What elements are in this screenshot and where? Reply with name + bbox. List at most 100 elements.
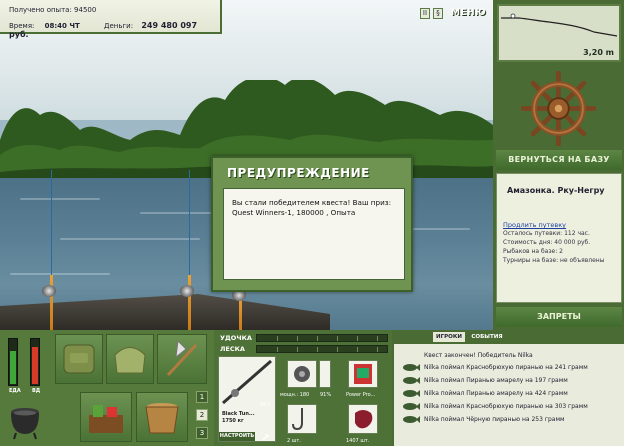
catch-text: Nilka поймал Пиранью амарелу на 197 грам… — [424, 377, 568, 384]
rod-slot[interactable]: Black Tun... 1750 кг — [218, 356, 276, 442]
return-to-base-button[interactable]: ВЕРНУТЬСЯ НА БАЗУ — [496, 150, 622, 170]
rod-icon — [222, 359, 272, 405]
vd-gauge-fill — [32, 347, 38, 384]
line-name: Power Pro... — [346, 392, 376, 398]
time-label: Время: — [9, 22, 35, 30]
setup-button[interactable]: НАСТРОИТЬ — [219, 432, 255, 441]
reel-slot[interactable] — [287, 360, 317, 388]
tournaments-status: Турниры на базе: не объявлены — [503, 257, 605, 264]
wrench-icon[interactable] — [262, 433, 270, 441]
money-label: Деньги: — [104, 22, 134, 30]
rod2-reel-icon — [180, 285, 194, 297]
time-value: 08:40 ЧТ — [44, 22, 80, 30]
bag-icon — [114, 347, 146, 374]
rod-name: Black Tun... — [222, 411, 255, 417]
reel-icon — [294, 366, 310, 382]
location-panel: Амазонка. Рку-Негру Продлить путевку Ост… — [496, 173, 622, 303]
food-gauge-label: ЕДА — [9, 388, 21, 394]
slot-page-1-button[interactable]: 1 — [196, 391, 208, 403]
slot-tool[interactable] — [157, 334, 207, 384]
rod-weight: 1750 кг — [222, 418, 244, 424]
rod-label: УДОЧКА — [220, 334, 252, 342]
rod1-reel-icon — [42, 285, 56, 297]
chat-panel: ИГРОКИ СОБЫТИЯ Квест закончен! Победител… — [392, 330, 624, 446]
food-gauge-fill — [10, 351, 16, 384]
hook-count: 2 шт. — [287, 438, 301, 444]
dialog-title: ПРЕДУПРЕЖДЕНИЕ — [227, 166, 370, 180]
slot-groundbait[interactable] — [80, 392, 132, 442]
line-spool-slot[interactable] — [348, 360, 378, 388]
player-info-panel: Получено опыта: 94500 Время: 08:40 ЧТ Де… — [0, 0, 222, 39]
license-remaining: Осталось путевки: 112 час. — [503, 230, 590, 237]
money-value: 249 480 097 руб. — [9, 21, 198, 39]
ship-wheel-icon[interactable] — [521, 71, 596, 146]
reel-condition: 91% — [320, 392, 332, 398]
tab-events[interactable]: СОБЫТИЯ — [469, 332, 505, 342]
catch-item: Nilka поймал Пиранью амарелу на 424 грам… — [402, 389, 622, 399]
sound-button[interactable]: § — [433, 7, 443, 19]
line-label: ЛЕСКА — [220, 345, 245, 353]
slot-page-2-button[interactable]: 2 — [196, 409, 208, 421]
vd-gauge-label: ВД — [32, 388, 41, 394]
landing-net-icon — [166, 339, 198, 377]
catch-text: Nilka поймал Чёрную пиранью на 253 грамм — [424, 416, 565, 423]
tab-players[interactable]: ИГРОКИ — [433, 332, 465, 342]
bait-meat-icon — [355, 410, 373, 429]
exp-value: 94500 — [74, 6, 97, 14]
reel-power: мощн.: 180 — [280, 392, 310, 398]
slot-page-3-button[interactable]: 3 — [196, 427, 208, 439]
cooking-pot-icon[interactable] — [8, 404, 42, 440]
pause-button[interactable]: II — [420, 7, 430, 19]
quest-finished-line: Квест закончен! Победитель Nilka — [424, 352, 533, 359]
line-tension-bar — [256, 345, 388, 353]
line-spool-icon — [354, 364, 372, 384]
slot-bag[interactable] — [106, 334, 154, 384]
float-marker-icon — [510, 13, 516, 19]
rod1[interactable] — [50, 275, 53, 330]
rod2[interactable] — [188, 275, 191, 330]
fish-icon — [403, 377, 420, 384]
chat-tabs: ИГРОКИ СОБЫТИЯ — [394, 330, 624, 344]
bucket-icon — [145, 403, 179, 434]
catch-item: Nilka поймал Чёрную пиранью на 253 грамм — [402, 415, 622, 425]
status-gauges: ЕДА ВД — [4, 334, 46, 396]
bait-count: 1407 шт. — [346, 438, 370, 444]
depth-value: 3,20 m — [583, 48, 614, 57]
fish-icon — [403, 403, 420, 410]
vd-gauge — [30, 338, 40, 386]
catch-item: Nilka поймал Краснобрюхую пиранью на 241… — [402, 363, 622, 373]
exp-label: Получено опыта: — [9, 6, 72, 14]
rod-condition: 86% — [260, 402, 272, 408]
day-cost: Стоимость дня: 40 000 руб. — [503, 239, 591, 246]
fish-icon — [403, 390, 420, 397]
food-gauge — [8, 338, 18, 386]
warning-dialog: ПРЕДУПРЕЖДЕНИЕ Вы стали победителем квес… — [211, 156, 413, 292]
groundbait-basket-icon — [89, 405, 123, 433]
extend-license-link[interactable]: Продлить путевку — [503, 221, 566, 229]
fishers-count: Рыбаков на базе: 2 — [503, 248, 563, 255]
location-name: Амазонка. Рку-Негру — [507, 186, 605, 195]
menu-button[interactable]: МЕНЮ — [451, 8, 486, 18]
rod2-line — [189, 170, 190, 280]
rod-tension-bar — [256, 334, 388, 342]
hook-slot[interactable] — [287, 404, 317, 434]
reel-aux-slot[interactable] — [319, 360, 331, 388]
catch-text: Nilka поймал Пиранью амарелу на 424 грам… — [424, 390, 568, 397]
slot-backpack[interactable] — [55, 334, 103, 384]
catch-item: Nilka поймал Краснобрюхую пиранью на 303… — [402, 402, 622, 412]
fish-icon — [403, 364, 420, 371]
rod1-line — [51, 170, 52, 280]
top-controls: II § МЕНЮ — [420, 6, 486, 20]
bans-button[interactable]: ЗАПРЕТЫ — [496, 307, 622, 327]
dialog-message: Вы стали победителем квеста! Ваш приз: Q… — [223, 188, 405, 280]
depth-profile-panel: 3,20 m — [497, 4, 621, 62]
catch-text: Nilka поймал Краснобрюхую пиранью на 303… — [424, 403, 588, 410]
fish-icon — [403, 416, 420, 423]
bait-slot[interactable] — [348, 404, 378, 434]
catch-text: Nilka поймал Краснобрюхую пиранью на 241… — [424, 364, 588, 371]
backpack-icon — [63, 344, 95, 374]
game-root: Получено опыта: 94500 Время: 08:40 ЧТ Де… — [0, 0, 624, 446]
slot-bucket[interactable] — [136, 392, 188, 442]
hook-icon — [292, 408, 303, 431]
catch-item: Nilka поймал Пиранью амарелу на 197 грам… — [402, 376, 622, 386]
